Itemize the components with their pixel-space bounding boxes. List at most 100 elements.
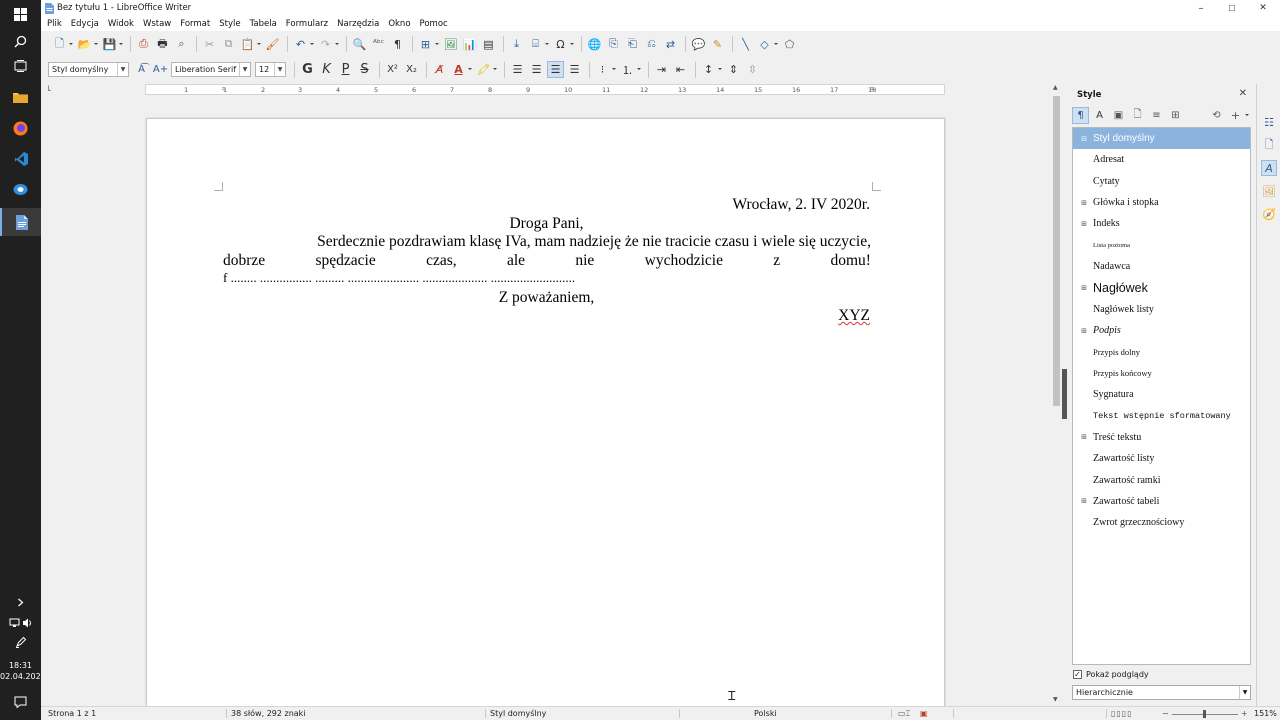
insert-footnote-icon[interactable]: ⎘ [605,36,622,53]
menu-plik[interactable]: Plik [47,19,62,29]
letter-body-line-1[interactable]: Serdecznie pozdrawiam klasę IVa, mam nad… [271,233,871,251]
style-item[interactable]: Przypis dolny [1073,342,1250,363]
insert-chart-icon[interactable]: 📊 [461,36,478,53]
draw-functions-icon[interactable]: ⬠ [781,36,798,53]
style-item[interactable]: Tekst wstępnie sformatowany [1073,406,1250,427]
track-changes-icon[interactable]: ✎ [709,36,726,53]
open-folder-icon[interactable]: 📂 [76,36,98,53]
copy-icon[interactable]: ⧉ [220,36,237,53]
menu-format[interactable]: Format [180,19,210,29]
style-item[interactable]: Cytaty [1073,171,1250,192]
style-item[interactable]: Zwrot grzecznościowy [1073,512,1250,533]
ordered-list-icon[interactable]: ⒈ [619,61,641,78]
navigator-deck-icon[interactable]: 🧭 [1261,206,1277,222]
insert-cross-reference-icon[interactable]: ⇄ [662,36,679,53]
chevron-down-icon[interactable]: ▼ [239,63,250,76]
letter-signature[interactable]: XYZ [838,307,870,325]
view-layout-icons[interactable]: ▯▯▯▯ [1111,709,1133,718]
unordered-list-icon[interactable]: ⁝ [594,61,616,78]
tab-stop-selector[interactable]: └ [46,86,51,95]
paragraph-style-combo[interactable]: Styl domyślny ▼ [48,62,129,77]
spelling-icon[interactable]: ᴬᵇᶜ [370,36,387,53]
increase-indent-icon[interactable]: ⇥ [653,61,670,78]
zoom-out-icon[interactable]: − [1162,709,1169,718]
expand-tree-icon[interactable]: ⊞ [1075,284,1087,292]
new-document-icon[interactable]: 🗋 [51,36,73,53]
zoom-level[interactable]: 151% [1254,709,1277,718]
paragraph-styles-icon[interactable]: ¶ [1072,106,1089,124]
style-item[interactable]: Zawartość listy [1073,448,1250,469]
close-button[interactable]: ✕ [1246,0,1280,16]
taskbar-file-explorer[interactable] [0,83,41,111]
highlighting-icon[interactable]: 🖍 [475,61,497,78]
scroll-down-icon[interactable]: ▼ [1053,696,1058,703]
letter-salutation[interactable]: Droga Pani, [147,215,946,233]
task-view-button[interactable] [0,52,41,80]
new-style-icon[interactable]: A+ [152,61,169,78]
expand-tree-icon[interactable]: ⊞ [1075,220,1087,228]
tray-clock[interactable]: 18:31 02.04.2020 [0,660,46,682]
menu-formularz[interactable]: Formularz [286,19,328,29]
taskbar-firefox[interactable] [0,114,41,142]
maximize-button[interactable]: ☐ [1215,0,1249,16]
letter-closing[interactable]: Z poważaniem, [147,289,946,307]
expand-tree-icon[interactable]: ⊞ [1075,497,1087,505]
page-style[interactable]: Styl domyślny [490,709,546,718]
update-style-icon[interactable]: A͡ [133,61,150,78]
style-item[interactable]: Adresat [1073,149,1250,170]
insert-image-icon[interactable]: 🖼 [442,36,459,53]
save-icon[interactable]: 💾 [101,36,123,53]
insert-comment-icon[interactable]: 💬 [690,36,707,53]
basic-shapes-icon[interactable]: ◇ [756,36,778,53]
menu-pomoc[interactable]: Pomoc [420,19,448,29]
export-pdf-icon[interactable]: ⎙ [135,36,152,53]
decrease-paragraph-spacing-icon[interactable]: ⇳ [744,61,761,78]
insert-page-break-icon[interactable]: ⤓ [508,36,525,53]
bold-button[interactable]: G [299,61,316,78]
style-item[interactable]: ⊞ Główka i stopka [1073,192,1250,213]
zoom-in-icon[interactable]: + [1241,709,1248,718]
action-center-button[interactable] [0,688,41,716]
strikethrough-button[interactable]: S [356,61,373,78]
style-item[interactable]: Sygnatura [1073,384,1250,405]
clone-formatting-icon[interactable]: 🖌 [264,36,281,53]
style-item[interactable]: Zawartość ramki [1073,470,1250,491]
style-item[interactable]: ⊟ Styl domyślny [1073,128,1250,149]
chevron-down-icon[interactable]: ▼ [274,63,285,76]
font-size-combo[interactable]: 12 ▼ [255,62,286,77]
expand-tree-icon[interactable]: ⊞ [1075,433,1087,441]
insert-mode-icon[interactable]: ▭⌶ [898,709,910,719]
table-styles-icon[interactable]: ⊞ [1167,107,1184,124]
word-count[interactable]: 38 słów, 292 znaki [231,709,306,718]
horizontal-ruler[interactable]: 1 1 2 3 4 5 6 7 8 9 10 11 12 13 14 15 16 17 18 ⌗ ⌗ [145,84,945,95]
align-right-icon[interactable]: ☰ [547,61,564,78]
style-item[interactable]: Nadawca [1073,256,1250,277]
increase-paragraph-spacing-icon[interactable]: ⇕ [725,61,742,78]
insert-field-icon[interactable]: ⌸ [527,36,549,53]
scroll-up-icon[interactable]: ▲ [1053,84,1058,91]
taskbar-chat-app[interactable] [0,176,41,204]
style-item[interactable]: ⊞ Indeks [1073,213,1250,234]
subscript-button[interactable]: X₂ [403,61,420,78]
style-item[interactable]: ⊞ Treść tekstu [1073,427,1250,448]
redo-icon[interactable]: ↷ [317,36,339,53]
styles-deck-icon[interactable]: A [1261,160,1277,176]
show-hidden-icons-button[interactable] [0,594,41,610]
minimize-button[interactable]: – [1184,0,1218,16]
vertical-scrollbar[interactable]: ▲ ▼ [1051,84,1062,706]
checkbox-checked-icon[interactable]: ✓ [1073,670,1082,679]
find-replace-icon[interactable]: 🔍 [351,36,368,53]
undo-icon[interactable]: ↶ [292,36,314,53]
paste-icon[interactable]: 📋 [239,36,261,53]
text-language[interactable]: Polski [754,709,777,718]
menu-okno[interactable]: Okno [388,19,410,29]
insert-hyperlink-icon[interactable]: 🌐 [586,36,603,53]
font-color-icon[interactable]: A [450,61,472,78]
style-item[interactable]: Lista pozioma [1073,235,1250,256]
align-left-icon[interactable]: ☰ [509,61,526,78]
page-count[interactable]: Strona 1 z 1 [48,709,96,718]
menu-style[interactable]: Style [219,19,240,29]
sidebar-collapse-handle[interactable] [1062,369,1067,419]
style-item[interactable]: ⊞ Zawartość tabeli [1073,491,1250,512]
style-item[interactable]: Nagłówek listy [1073,299,1250,320]
